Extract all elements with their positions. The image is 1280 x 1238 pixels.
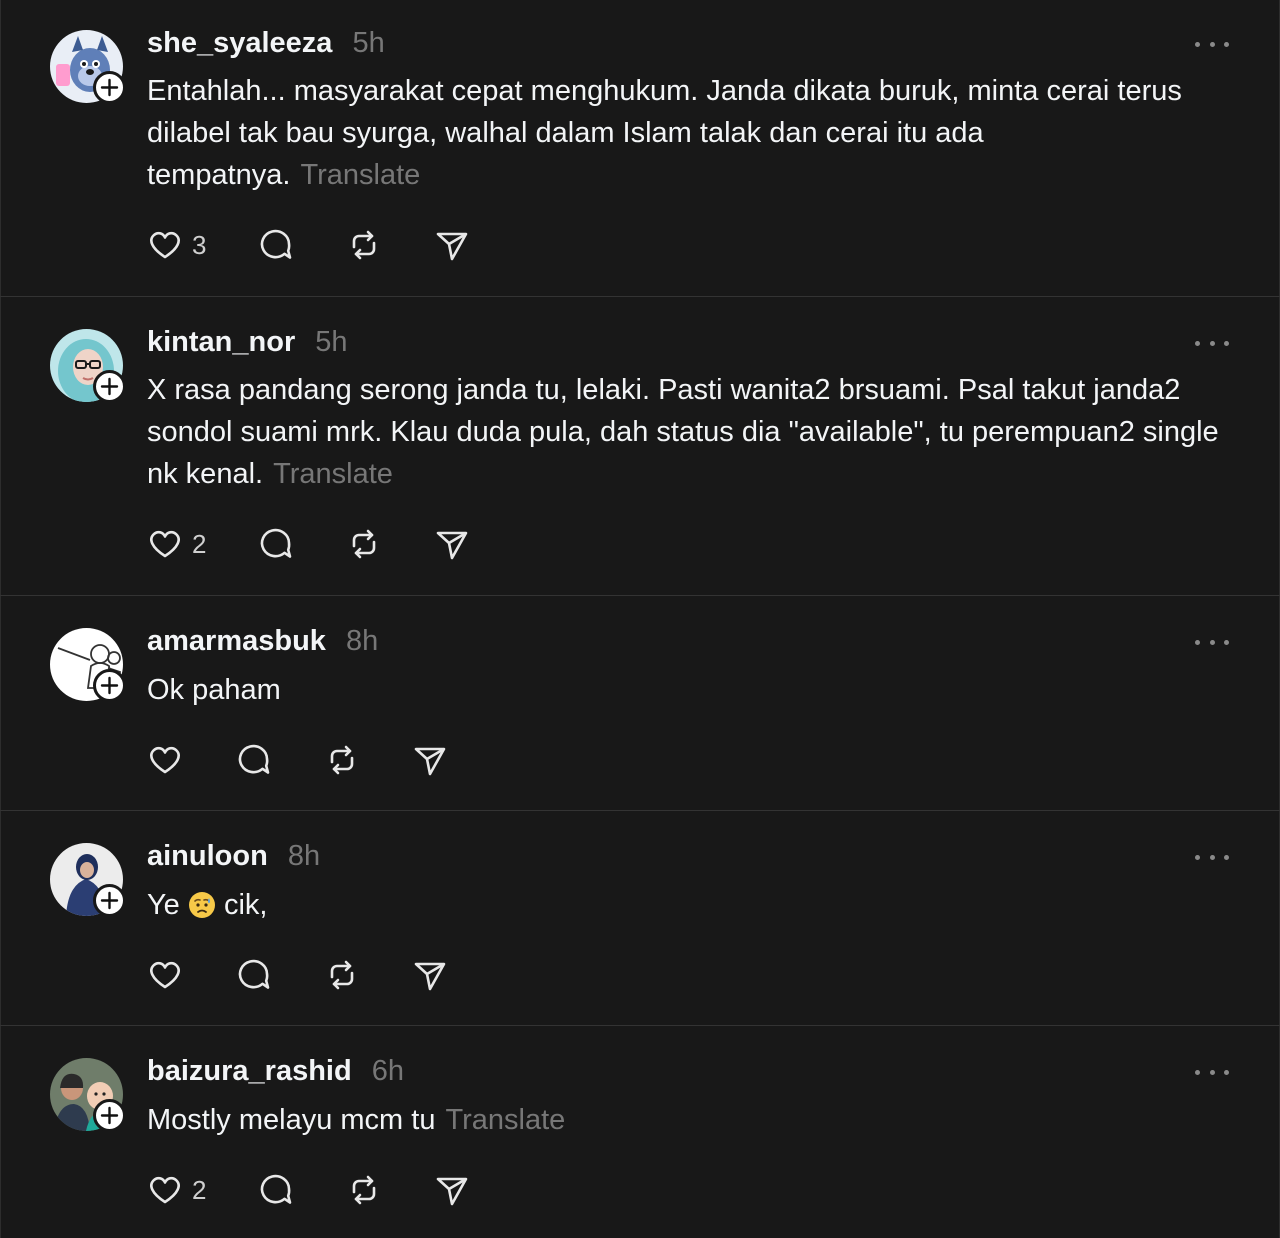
- share-button[interactable]: [412, 955, 448, 995]
- replies-feed: she_syaleeza 5h Entahlah... masyarakat c…: [0, 0, 1280, 1238]
- like-count: 2: [192, 528, 207, 559]
- follow-button[interactable]: [93, 370, 126, 403]
- heart-icon: [150, 231, 180, 259]
- post-header: baizura_rashid 6h: [147, 1055, 404, 1088]
- repost-icon: [352, 529, 376, 559]
- share-button[interactable]: [434, 225, 470, 265]
- post: ainuloon 8h Ye cik,: [0, 811, 1280, 1025]
- share-icon: [414, 747, 446, 776]
- repost-icon: [352, 1175, 376, 1205]
- more-icon[interactable]: [1195, 849, 1229, 865]
- repost-button[interactable]: [346, 524, 382, 564]
- heart-icon: [150, 961, 180, 989]
- share-icon: [436, 232, 468, 261]
- more-icon[interactable]: [1195, 1064, 1229, 1080]
- avatar-wrap: [50, 628, 126, 702]
- comment-icon: [260, 229, 292, 259]
- translate-link[interactable]: Translate: [273, 458, 393, 490]
- repost-icon: [330, 960, 354, 990]
- username[interactable]: baizura_rashid: [147, 1055, 352, 1088]
- comment-button[interactable]: [236, 955, 272, 995]
- follow-button[interactable]: [93, 884, 126, 917]
- repost-icon: [330, 745, 354, 775]
- post-text: Ye cik,: [147, 884, 1247, 926]
- post-header: she_syaleeza 5h: [147, 27, 385, 60]
- translate-link[interactable]: Translate: [445, 1104, 565, 1136]
- timestamp[interactable]: 8h: [346, 625, 378, 658]
- more-icon[interactable]: [1195, 36, 1229, 52]
- post-header: ainuloon 8h: [147, 840, 320, 873]
- post-text: Entahlah... masyarakat cepat menghukum. …: [147, 70, 1247, 196]
- repost-button[interactable]: [346, 225, 382, 265]
- timestamp[interactable]: 5h: [352, 27, 384, 60]
- heart-icon: [150, 530, 180, 558]
- avatar-wrap: [50, 1058, 126, 1132]
- more-icon[interactable]: [1195, 335, 1229, 351]
- share-icon: [436, 531, 468, 560]
- post-text-after-emoji: cik,: [223, 889, 268, 921]
- comment-icon: [260, 528, 292, 558]
- follow-button[interactable]: [93, 71, 126, 104]
- username[interactable]: she_syaleeza: [147, 27, 332, 60]
- follow-button[interactable]: [93, 1099, 126, 1132]
- follow-plus-icon: [100, 1106, 119, 1125]
- avatar-wrap: [50, 843, 126, 917]
- post-text: Ok paham: [147, 669, 1247, 711]
- translate-link[interactable]: Translate: [300, 159, 420, 191]
- like-button[interactable]: 2: [147, 1170, 206, 1210]
- username[interactable]: kintan_nor: [147, 326, 295, 359]
- repost-button[interactable]: [324, 740, 360, 780]
- comment-icon: [238, 959, 270, 989]
- follow-button[interactable]: [93, 669, 126, 702]
- avatar-wrap: [50, 30, 126, 104]
- avatar-wrap: [50, 329, 126, 403]
- sad-but-relieved-face-icon: [188, 892, 215, 918]
- like-button[interactable]: 3: [147, 225, 206, 265]
- repost-button[interactable]: [346, 1170, 382, 1210]
- username[interactable]: ainuloon: [147, 840, 268, 873]
- comment-button[interactable]: [258, 1170, 294, 1210]
- comment-button[interactable]: [258, 524, 294, 564]
- like-count: 3: [192, 229, 207, 260]
- post-text: Mostly melayu mcm tu Translate: [147, 1099, 1247, 1141]
- share-button[interactable]: [412, 740, 448, 780]
- heart-icon: [150, 1176, 180, 1204]
- share-button[interactable]: [434, 1170, 470, 1210]
- post: she_syaleeza 5h Entahlah... masyarakat c…: [0, 0, 1280, 296]
- post-header: amarmasbuk 8h: [147, 625, 378, 658]
- post-text-content: Ok paham: [147, 674, 281, 706]
- post-text-content: Mostly melayu mcm tu: [147, 1104, 436, 1136]
- timestamp[interactable]: 8h: [288, 840, 320, 873]
- share-icon: [414, 962, 446, 991]
- comment-button[interactable]: [236, 740, 272, 780]
- username[interactable]: amarmasbuk: [147, 625, 326, 658]
- comment-button[interactable]: [258, 225, 294, 265]
- more-icon[interactable]: [1195, 634, 1229, 650]
- like-button[interactable]: 2: [147, 524, 206, 564]
- repost-icon: [352, 230, 376, 260]
- share-icon: [436, 1177, 468, 1206]
- like-button[interactable]: [147, 740, 183, 780]
- heart-icon: [150, 746, 180, 774]
- comment-icon: [260, 1174, 292, 1204]
- follow-plus-icon: [100, 891, 119, 910]
- like-count: 2: [192, 1174, 207, 1205]
- post: amarmasbuk 8h Ok paham: [0, 596, 1280, 810]
- timestamp[interactable]: 5h: [315, 326, 347, 359]
- repost-button[interactable]: [324, 955, 360, 995]
- comment-icon: [238, 744, 270, 774]
- like-button[interactable]: [147, 955, 183, 995]
- post: kintan_nor 5h X rasa pandang serong jand…: [0, 297, 1280, 595]
- post-text-before-emoji: Ye: [147, 889, 180, 921]
- follow-plus-icon: [100, 676, 119, 695]
- timestamp[interactable]: 6h: [372, 1055, 404, 1088]
- follow-plus-icon: [100, 78, 119, 97]
- post-header: kintan_nor 5h: [147, 326, 348, 359]
- share-button[interactable]: [434, 524, 470, 564]
- post-text: X rasa pandang serong janda tu, lelaki. …: [147, 369, 1242, 495]
- follow-plus-icon: [100, 377, 119, 396]
- post: baizura_rashid 6h Mostly melayu mcm tu Tr…: [0, 1026, 1280, 1238]
